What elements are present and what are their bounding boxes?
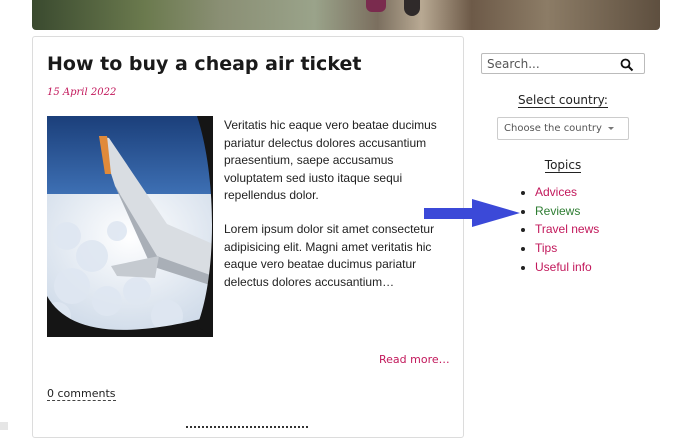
airplane-window-image [47,116,213,337]
read-more-link[interactable]: Read more… [379,353,450,366]
article-photo-airplane-wing [47,116,213,337]
search-placeholder: Search... [487,57,540,71]
topics-list: Advices Reviews Travel news Tips Useful … [513,183,599,277]
article-title[interactable]: How to buy a cheap air ticket [47,53,361,75]
topic-link-advices[interactable]: Advices [535,185,577,199]
chevron-down-icon [608,127,614,130]
search-input[interactable]: Search... [481,53,645,74]
country-select-value: Choose the country [504,123,602,134]
annotation-arrow-icon [424,199,520,227]
pagination-divider [186,426,308,428]
topic-link-tips[interactable]: Tips [535,241,557,255]
corner-marker [0,422,8,430]
topic-link-reviews[interactable]: Reviews [535,204,580,218]
comments-link[interactable]: 0 comments [47,387,116,401]
topic-item: Advices [535,183,599,202]
topic-item: Tips [535,239,599,258]
article-paragraph-2: Lorem ipsum dolor sit amet consectetur a… [224,222,435,289]
country-select[interactable]: Choose the country [497,117,629,140]
topic-item: Reviews [535,202,599,221]
topic-item: Travel news [535,220,599,239]
topic-item: Useful info [535,258,599,277]
hero-person-figure [404,0,420,16]
topics-heading: Topics [544,158,582,173]
article-card: How to buy a cheap air ticket 15 April 2… [32,36,464,438]
article-paragraph-1: Veritatis hic eaque vero beatae ducimus … [224,118,437,202]
select-country-label: Select country: [518,93,608,108]
topic-link-travel-news[interactable]: Travel news [535,222,599,236]
topic-link-useful-info[interactable]: Useful info [535,260,592,274]
search-icon[interactable] [620,57,634,72]
article-date: 15 April 2022 [47,87,117,98]
hero-banner-image [32,0,660,30]
hero-person-figure [366,0,386,12]
